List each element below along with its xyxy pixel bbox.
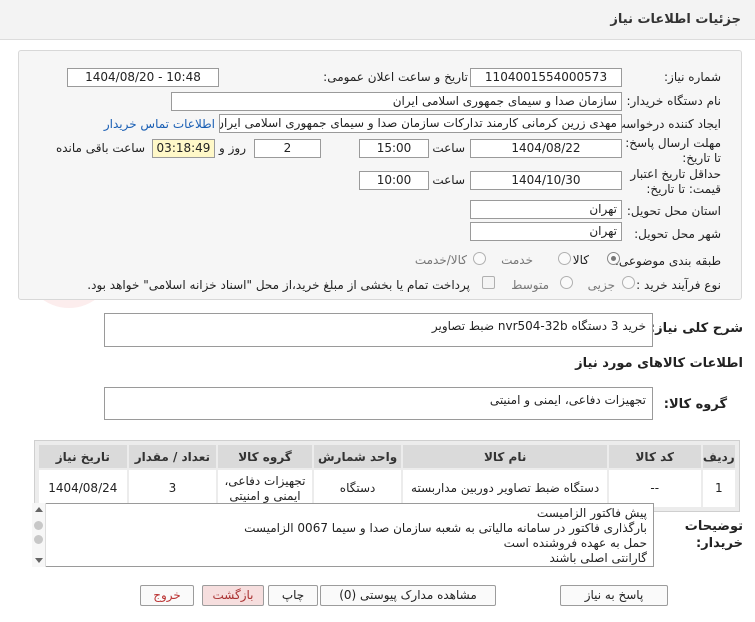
category-label: طبقه بندی موضوعی: [614, 254, 721, 268]
description-text: خرید 3 دستگاه nvr504-32b ضبط تصاویر [431, 319, 646, 333]
goods-group-field[interactable]: تجهیزات دفاعی، ایمنی و امنیتی [104, 387, 653, 420]
header-goods-name: نام کالا [403, 445, 607, 468]
category-goods-label: کالا [572, 253, 589, 267]
header-unit: واحد شمارش [313, 445, 402, 468]
header-goods-code: کد کالا [608, 445, 701, 468]
remaining-time-label: ساعت باقی مانده [55, 141, 145, 155]
buyer-org-label: نام دستگاه خریدار: [626, 94, 722, 108]
buyer-org-field[interactable]: سازمان صدا و سیمای جمهوری اسلامی ایران [171, 92, 622, 111]
header-need-date: تاریخ نیاز [39, 445, 127, 468]
treasury-payment-note: پرداخت تمام یا بخشی از مبلغ خرید،از محل … [87, 278, 470, 292]
scroll-thumb-icon[interactable] [34, 535, 43, 544]
process-minor-label: جزیی [587, 278, 615, 292]
need-number-label: شماره نیاز: [664, 70, 721, 84]
city-label: شهر محل تحویل: [634, 227, 721, 241]
description-label: شرح کلی نیاز: [649, 321, 743, 336]
deadline-time-field[interactable]: 15:00 [359, 139, 429, 158]
cell-row-number: 1 [702, 470, 735, 507]
process-minor-radio[interactable] [622, 276, 635, 289]
scroll-down-icon[interactable] [35, 558, 43, 563]
goods-group-value: تجهیزات دفاعی، ایمنی و امنیتی [489, 393, 646, 407]
page-header: جزئیات اطلاعات نیاز [0, 0, 755, 40]
table-row[interactable]: 1 -- دستگاه ضبط تصاویر دوربین مداربسته د… [39, 470, 735, 507]
remaining-time-field: 03:18:49 [152, 139, 215, 158]
print-button[interactable]: چاپ [268, 585, 318, 606]
header-quantity: تعداد / مقدار [128, 445, 217, 468]
notes-scrollbar[interactable] [32, 503, 46, 567]
validity-time-field[interactable]: 10:00 [359, 171, 429, 190]
reply-button[interactable]: پاسخ به نیاز [560, 585, 668, 606]
header-goods-group: گروه کالا [218, 445, 312, 468]
back-button[interactable]: بازگشت [202, 585, 264, 606]
days-and-label: روز و [219, 141, 246, 155]
process-medium-label: متوسط [511, 278, 549, 292]
announce-date-field[interactable]: 1404/08/20 - 10:48 [67, 68, 219, 87]
validity-time-label: ساعت [432, 173, 465, 187]
table-header-row: ردیف کد کالا نام کالا واحد شمارش گروه کا… [39, 445, 735, 468]
cell-need-date: 1404/08/24 [39, 470, 127, 507]
page-title: جزئیات اطلاعات نیاز [610, 12, 741, 27]
goods-group-label: گروه کالا: [663, 397, 727, 412]
notes-line: گارانتی اصلی باشند [549, 551, 647, 565]
province-field[interactable]: تهران [470, 200, 622, 219]
process-label: نوع فرآیند خرید : [636, 278, 721, 292]
goods-section-title: اطلاعات کالاهای مورد نیاز [575, 356, 743, 371]
process-medium-radio[interactable] [560, 276, 573, 289]
validity-label: حداقل تاریخ اعتبار قیمت: تا تاریخ: [630, 167, 721, 196]
announce-date-label: تاریخ و ساعت اعلان عمومی: [323, 70, 468, 84]
description-textarea[interactable]: خرید 3 دستگاه nvr504-32b ضبط تصاویر [104, 313, 653, 347]
requester-field[interactable]: مهدی زرین کرمانی کارمند تدارکات سازمان ص… [219, 114, 622, 133]
goods-table: ردیف کد کالا نام کالا واحد شمارش گروه کا… [34, 440, 740, 512]
cell-goods-code: -- [608, 470, 701, 507]
exit-button[interactable]: خروج [140, 585, 194, 606]
scroll-thumb-icon[interactable] [34, 521, 43, 530]
buyer-notes-textarea[interactable]: پیش فاکتور الزامیست بارگذاری فاکتور در س… [32, 503, 654, 567]
days-remaining-field[interactable]: 2 [254, 139, 321, 158]
deadline-label: مهلت ارسال پاسخ: تا تاریخ: [625, 136, 721, 165]
category-service-label: خدمت [501, 253, 533, 267]
cell-quantity: 3 [128, 470, 217, 507]
category-goods-radio[interactable] [607, 252, 620, 265]
notes-line: پیش فاکتور الزامیست [536, 506, 647, 520]
deadline-date-field[interactable]: 1404/08/22 [470, 139, 622, 158]
cell-goods-group: تجهیزات دفاعی، ایمنی و امنیتی [218, 470, 312, 507]
province-label: استان محل تحویل: [626, 204, 721, 218]
category-service-radio[interactable] [558, 252, 571, 265]
need-number-field[interactable]: 1104001554000573 [470, 68, 622, 87]
validity-date-field[interactable]: 1404/10/30 [470, 171, 622, 190]
buyer-notes-label: توضیحات خریدار: [684, 519, 743, 551]
category-goods-service-radio[interactable] [473, 252, 486, 265]
header-row-number: ردیف [702, 445, 735, 468]
city-field[interactable]: تهران [470, 222, 622, 241]
notes-line: بارگذاری فاکتور در سامانه مالیاتی به شعب… [244, 521, 647, 535]
notes-line: حمل به عهده فروشنده است [503, 536, 647, 550]
treasury-payment-checkbox[interactable] [482, 276, 495, 289]
cell-goods-name: دستگاه ضبط تصاویر دوربین مداربسته [403, 470, 607, 507]
buyer-contact-link[interactable]: اطلاعات تماس خریدار [104, 117, 215, 131]
cell-unit: دستگاه [313, 470, 402, 507]
view-attachments-button[interactable]: مشاهده مدارک پیوستی (0) [320, 585, 496, 606]
category-goods-service-label: کالا/خدمت [414, 253, 467, 267]
deadline-time-label: ساعت [432, 141, 465, 155]
scroll-up-icon[interactable] [35, 507, 43, 512]
requester-label: ایجاد کننده درخواست: [610, 117, 721, 131]
